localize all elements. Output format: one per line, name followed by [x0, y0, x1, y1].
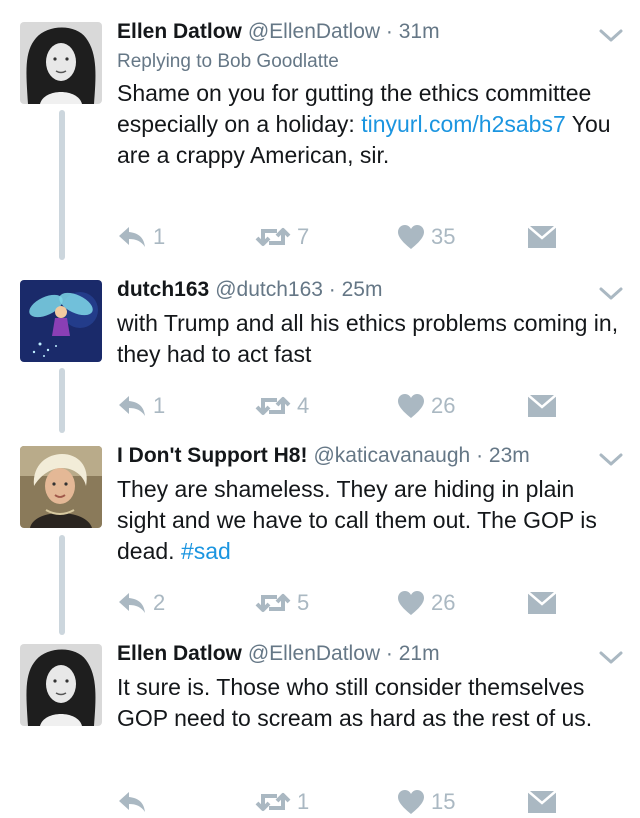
tweet-header: Ellen Datlow @EllenDatlow · 21m	[117, 642, 592, 666]
display-name[interactable]: I Don't Support H8!	[117, 444, 307, 467]
avatar[interactable]	[20, 446, 102, 528]
retweet-button[interactable]: 7	[255, 221, 309, 253]
like-button[interactable]: 15	[397, 786, 455, 818]
tweet-text: It sure is. Those who still consider the…	[117, 674, 593, 731]
heart-icon	[398, 394, 424, 418]
reply-button[interactable]	[117, 786, 153, 818]
reply-button[interactable]: 1	[117, 221, 165, 253]
envelope-icon	[527, 591, 557, 614]
blonde-woman-avatar-icon	[20, 446, 102, 528]
woman-curly-hair-bw-avatar-icon	[20, 644, 102, 726]
tweet-actions: 1 4 26	[117, 390, 587, 422]
retweet-button[interactable]: 1	[255, 786, 309, 818]
separator-dot: ·	[380, 642, 399, 665]
retweet-count: 7	[297, 224, 310, 249]
direct-message-button[interactable]	[527, 221, 557, 253]
display-name[interactable]: Ellen Datlow	[117, 642, 242, 665]
retweet-count: 1	[297, 789, 310, 814]
tweet-actions: 1 15	[117, 786, 587, 818]
envelope-icon	[527, 394, 557, 417]
tweet-actions: 2 5 26	[117, 587, 587, 619]
tweet-text: They are shameless. They are hiding in p…	[117, 474, 622, 567]
chevron-down-icon[interactable]	[598, 284, 624, 302]
display-name[interactable]: Ellen Datlow	[117, 20, 242, 43]
heart-icon	[398, 591, 424, 615]
replying-to[interactable]: Replying to Bob Goodlatte	[117, 51, 339, 73]
retweet-count: 4	[297, 393, 310, 418]
timestamp[interactable]: 21m	[399, 642, 440, 665]
chevron-down-icon[interactable]	[598, 450, 624, 468]
tweet-link[interactable]: tinyurl.com/h2sabs7	[361, 111, 566, 137]
reply-icon	[119, 792, 145, 812]
user-handle[interactable]: @katicavanaugh	[313, 444, 470, 467]
reply-count: 1	[153, 224, 166, 249]
separator-dot: ·	[470, 444, 489, 467]
reply-icon	[119, 227, 145, 247]
retweet-icon	[255, 594, 291, 612]
reply-icon	[119, 396, 145, 416]
woman-curly-hair-bw-avatar-icon	[20, 22, 102, 104]
avatar[interactable]	[20, 644, 102, 726]
chevron-down-icon[interactable]	[598, 26, 624, 44]
reply-count: 1	[153, 393, 166, 418]
envelope-icon	[527, 225, 557, 248]
user-handle[interactable]: @EllenDatlow	[248, 20, 380, 43]
heart-icon	[398, 790, 424, 814]
timestamp[interactable]: 31m	[399, 20, 440, 43]
reply-icon	[119, 593, 145, 613]
direct-message-button[interactable]	[527, 587, 557, 619]
reply-button[interactable]: 1	[117, 390, 165, 422]
avatar[interactable]	[20, 22, 102, 104]
timestamp[interactable]: 23m	[489, 444, 530, 467]
fairy-avatar-icon	[20, 280, 102, 362]
heart-icon	[398, 225, 424, 249]
hashtag-link[interactable]: #sad	[181, 538, 231, 564]
tweet[interactable]: I Don't Support H8! @katicavanaugh · 23m …	[0, 440, 640, 638]
tweet-text: Shame on you for gutting the ethics comm…	[117, 78, 622, 171]
retweet-button[interactable]: 4	[255, 390, 309, 422]
like-count: 26	[431, 393, 456, 418]
reply-count: 2	[153, 590, 166, 615]
retweet-count: 5	[297, 590, 310, 615]
retweet-icon	[255, 793, 291, 811]
separator-dot: ·	[380, 20, 399, 43]
tweet[interactable]: Ellen Datlow @EllenDatlow · 21m It sure i…	[0, 638, 640, 815]
reply-button[interactable]: 2	[117, 587, 165, 619]
like-count: 35	[431, 224, 456, 249]
direct-message-button[interactable]	[527, 390, 557, 422]
retweet-icon	[255, 397, 291, 415]
direct-message-button[interactable]	[527, 786, 557, 818]
tweet-text: with Trump and all his ethics problems c…	[117, 310, 619, 367]
like-button[interactable]: 35	[397, 221, 455, 253]
user-handle[interactable]: @dutch163	[215, 278, 323, 301]
display-name[interactable]: dutch163	[117, 278, 209, 301]
tweet[interactable]: dutch163 @dutch163 · 25m with Trump and a…	[0, 270, 640, 440]
separator-dot: ·	[322, 278, 342, 301]
chevron-down-icon[interactable]	[598, 648, 624, 666]
tweet-header: I Don't Support H8! @katicavanaugh · 23m	[117, 444, 592, 468]
tweet[interactable]: Ellen Datlow @EllenDatlow · 31m Replying …	[0, 0, 640, 270]
avatar[interactable]	[20, 280, 102, 362]
tweet-actions: 1 7 35	[117, 221, 587, 253]
like-count: 15	[431, 789, 456, 814]
like-button[interactable]: 26	[397, 587, 455, 619]
like-count: 26	[431, 590, 456, 615]
like-button[interactable]: 26	[397, 390, 455, 422]
retweet-button[interactable]: 5	[255, 587, 309, 619]
retweet-icon	[255, 228, 291, 246]
user-handle[interactable]: @EllenDatlow	[248, 642, 380, 665]
tweet-header: dutch163 @dutch163 · 25m	[117, 278, 592, 302]
tweet-header: Ellen Datlow @EllenDatlow · 31m	[117, 20, 592, 44]
timestamp[interactable]: 25m	[342, 278, 383, 301]
envelope-icon	[527, 790, 557, 813]
